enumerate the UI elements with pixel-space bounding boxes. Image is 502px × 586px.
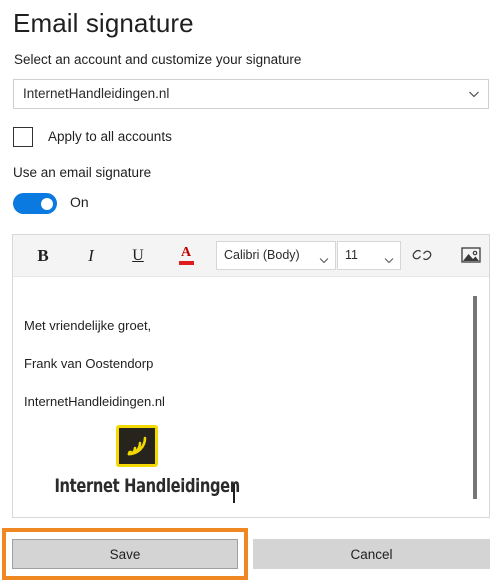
chevron-down-icon: [468, 88, 480, 100]
signature-editor[interactable]: B I U A Calibri (Body) 11 Met vriendelij…: [12, 234, 490, 518]
font-color-letter: A: [180, 245, 192, 260]
signature-logo: Internet Handleidingen: [41, 425, 240, 497]
chevron-down-icon: [384, 252, 394, 264]
underline-button[interactable]: U: [124, 242, 152, 269]
rss-signal-icon: [116, 425, 158, 467]
font-size-value: 11: [345, 248, 358, 262]
formatting-toolbar: B I U A Calibri (Body) 11: [13, 235, 489, 277]
scrollbar-thumb[interactable]: [473, 296, 477, 499]
bold-button[interactable]: B: [29, 242, 57, 269]
text-cursor: [233, 484, 235, 503]
signature-line: InternetHandleidingen.nl: [24, 394, 165, 409]
font-color-button[interactable]: A: [172, 242, 200, 269]
font-size-select[interactable]: 11: [337, 241, 401, 270]
picture-icon[interactable]: [459, 244, 483, 266]
font-family-select[interactable]: Calibri (Body): [216, 241, 336, 270]
cancel-button[interactable]: Cancel: [253, 539, 490, 569]
account-select-value: InternetHandleidingen.nl: [23, 86, 170, 101]
signature-logo-wordmark: Internet Handleidingen: [54, 475, 240, 497]
apply-to-all-accounts-checkbox[interactable]: [13, 127, 33, 147]
page-title: Email signature: [13, 8, 194, 38]
signature-line: Met vriendelijke groet,: [24, 318, 152, 333]
signature-scrollbar[interactable]: [470, 277, 481, 517]
page-subtitle: Select an account and customize your sig…: [14, 52, 302, 67]
link-icon[interactable]: [410, 244, 434, 266]
font-color-swatch: [178, 261, 194, 265]
italic-button[interactable]: I: [77, 242, 105, 269]
use-signature-caption: Use an email signature: [13, 165, 152, 180]
signature-content[interactable]: Met vriendelijke groet, Frank van Oosten…: [13, 277, 489, 517]
account-select[interactable]: InternetHandleidingen.nl: [13, 79, 489, 109]
use-signature-toggle[interactable]: [13, 193, 57, 214]
toggle-knob: [41, 197, 53, 210]
apply-to-all-accounts-label: Apply to all accounts: [48, 129, 172, 144]
use-signature-state-label: On: [70, 194, 89, 210]
signature-line: Frank van Oostendorp: [24, 356, 154, 371]
chevron-down-icon: [319, 252, 329, 264]
font-family-value: Calibri (Body): [224, 248, 300, 262]
save-button[interactable]: Save: [12, 539, 238, 569]
